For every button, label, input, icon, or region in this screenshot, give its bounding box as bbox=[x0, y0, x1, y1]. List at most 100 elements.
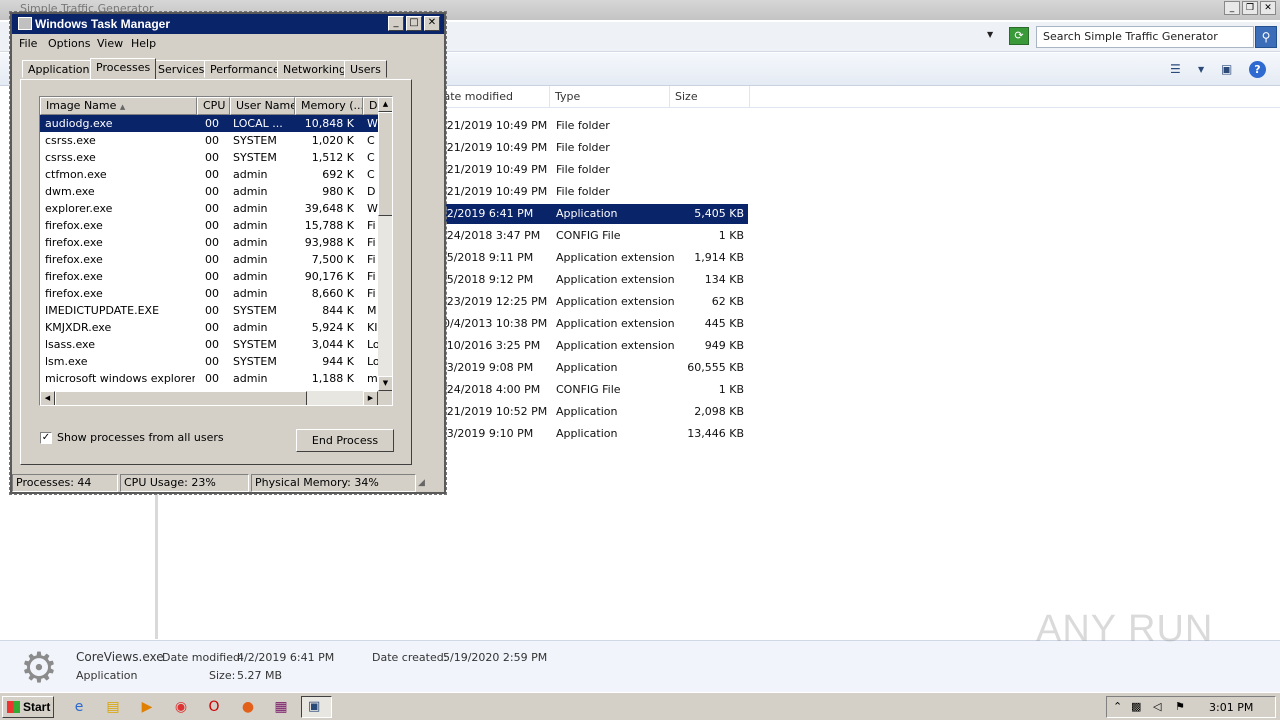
view-dropdown-icon[interactable]: ▼ bbox=[1198, 65, 1204, 74]
scroll-up-icon[interactable]: ▲ bbox=[378, 97, 392, 112]
process-cpu: 00 bbox=[205, 219, 219, 232]
process-name: csrss.exe bbox=[45, 134, 96, 147]
task-manager-taskbar-button[interactable]: ▣ bbox=[301, 696, 332, 718]
media-player-icon[interactable]: ▶ bbox=[136, 697, 158, 717]
start-button[interactable]: Start bbox=[2, 696, 54, 718]
firefox-icon[interactable]: ● bbox=[237, 697, 259, 717]
file-type: Application extension bbox=[556, 339, 675, 352]
file-size: 1,914 KB bbox=[694, 251, 744, 264]
column-user-name[interactable]: User Name bbox=[230, 97, 295, 115]
process-row[interactable]: firefox.exe 00 admin 15,788 K Fi bbox=[40, 217, 380, 234]
column-type[interactable]: Type bbox=[550, 86, 670, 108]
file-row[interactable]: 4/2/2019 6:41 PM Application 5,405 KB bbox=[418, 204, 748, 224]
process-name: firefox.exe bbox=[45, 287, 103, 300]
process-row[interactable]: ctfmon.exe 00 admin 692 KC bbox=[40, 166, 380, 183]
menu-help[interactable]: Help bbox=[131, 37, 156, 50]
scroll-left-icon[interactable]: ◀ bbox=[40, 391, 55, 405]
process-row[interactable]: lsass.exe 00 SYSTEM 3,044 K Lo bbox=[40, 336, 380, 353]
process-list[interactable]: Image Name ▲ CPU User Name Memory (... D… bbox=[39, 96, 393, 406]
process-cpu: 00 bbox=[205, 287, 219, 300]
scrollbar-corner bbox=[378, 391, 392, 405]
process-cpu: 00 bbox=[205, 134, 219, 147]
process-row[interactable]: explorer.exe 00 admin 39,648 KW bbox=[40, 200, 380, 217]
view-options-icon[interactable]: ☰ bbox=[1170, 62, 1181, 76]
column-date-modified[interactable]: Date modified bbox=[430, 86, 550, 108]
details-modified-label: Date modified: bbox=[162, 651, 244, 664]
tab-networking[interactable]: Networking bbox=[277, 60, 352, 78]
process-row[interactable]: firefox.exe 00 admin 93,988 K Fi bbox=[40, 234, 380, 251]
menu-file[interactable]: File bbox=[19, 37, 37, 50]
resize-grip-icon[interactable]: ◢ bbox=[418, 478, 425, 488]
process-user: admin bbox=[233, 219, 268, 232]
process-cpu: 00 bbox=[205, 253, 219, 266]
tab-users[interactable]: Users bbox=[344, 60, 387, 78]
tab-performance[interactable]: Performance bbox=[204, 60, 286, 78]
help-icon[interactable]: ? bbox=[1249, 61, 1266, 78]
clock[interactable]: 3:01 PM bbox=[1209, 701, 1253, 714]
process-row[interactable]: csrss.exe 00 SYSTEM 1,512 KC bbox=[40, 149, 380, 166]
tray-expand-icon[interactable]: ⌃ bbox=[1113, 700, 1122, 713]
process-user: SYSTEM bbox=[233, 355, 277, 368]
tab-services[interactable]: Services bbox=[152, 60, 211, 78]
opera-icon[interactable]: O bbox=[203, 697, 225, 717]
search-input[interactable]: Search Simple Traffic Generator bbox=[1036, 26, 1254, 48]
tab-processes[interactable]: Processes bbox=[90, 58, 157, 79]
menu-options[interactable]: Options bbox=[48, 37, 90, 50]
column-memory[interactable]: Memory (... bbox=[295, 97, 363, 115]
process-memory: 980 K bbox=[322, 185, 354, 198]
volume-icon[interactable]: ◁ bbox=[1153, 700, 1161, 713]
minimize-button[interactable]: _ bbox=[388, 16, 404, 31]
process-row[interactable]: csrss.exe 00 SYSTEM 1,020 KC bbox=[40, 132, 380, 149]
scroll-down-icon[interactable]: ▼ bbox=[378, 376, 392, 391]
end-process-button[interactable]: End Process bbox=[296, 429, 394, 452]
process-memory: 8,660 K bbox=[311, 287, 354, 300]
column-size[interactable]: Size bbox=[670, 86, 750, 108]
address-dropdown-icon[interactable]: ▼ bbox=[987, 30, 993, 39]
process-row[interactable]: dwm.exe 00 admin 980 KD bbox=[40, 183, 380, 200]
refresh-button[interactable]: ⟳ bbox=[1009, 27, 1029, 45]
task-manager-titlebar[interactable]: Windows Task Manager _ □ ✕ bbox=[12, 14, 444, 34]
process-name: KMJXDR.exe bbox=[45, 321, 112, 334]
process-row[interactable]: microsoft windows explorer.... 00 admin 1,1… bbox=[40, 370, 380, 387]
checkbox-checked-icon[interactable]: ✓ bbox=[40, 431, 52, 444]
flag-icon[interactable]: ⚑ bbox=[1175, 700, 1185, 713]
process-name: lsm.exe bbox=[45, 355, 88, 368]
ie-icon[interactable]: e bbox=[68, 697, 90, 717]
maximize-button[interactable]: □ bbox=[406, 16, 422, 31]
task-manager-icon: ▣ bbox=[308, 699, 321, 714]
folder-icon[interactable]: ▤ bbox=[102, 697, 124, 717]
close-button[interactable]: ✕ bbox=[1260, 1, 1276, 15]
watermark-logo: ANY RUN bbox=[1036, 608, 1214, 650]
process-memory: 39,648 K bbox=[304, 202, 354, 215]
horizontal-scrollbar[interactable]: ◀ ▶ bbox=[40, 391, 378, 405]
file-type: Application extension bbox=[556, 317, 675, 330]
column-cpu[interactable]: CPU bbox=[197, 97, 230, 115]
process-row[interactable]: firefox.exe 00 admin 8,660 K Fi bbox=[40, 285, 380, 302]
network-icon[interactable]: ▩ bbox=[1131, 700, 1141, 713]
vertical-scroll-thumb[interactable] bbox=[378, 112, 392, 216]
search-icon[interactable]: ⚲ bbox=[1255, 26, 1277, 48]
column-image-name[interactable]: Image Name ▲ bbox=[40, 97, 197, 115]
scroll-right-icon[interactable]: ▶ bbox=[363, 391, 378, 405]
vertical-scrollbar[interactable]: ▲ ▼ bbox=[378, 97, 392, 391]
chrome-icon[interactable]: ◉ bbox=[170, 697, 192, 717]
process-memory: 15,788 K bbox=[304, 219, 354, 232]
horizontal-scroll-thumb[interactable] bbox=[55, 391, 307, 405]
process-row[interactable]: KMJXDR.exe 00 admin 5,924 K KI bbox=[40, 319, 380, 336]
process-user: admin bbox=[233, 168, 268, 181]
file-type: Application bbox=[556, 361, 618, 374]
process-row[interactable]: firefox.exe 00 admin 90,176 K Fi bbox=[40, 268, 380, 285]
process-row[interactable]: IMEDICTUPDATE.EXE 00 SYSTEM 844 KM bbox=[40, 302, 380, 319]
process-memory: 944 K bbox=[322, 355, 354, 368]
show-all-users-checkbox[interactable]: ✓ Show processes from all users bbox=[40, 431, 224, 444]
process-row[interactable]: audiodg.exe 00 LOCAL ... 10,848 KW bbox=[40, 115, 380, 132]
menu-view[interactable]: View bbox=[97, 37, 123, 50]
preview-pane-icon[interactable]: ▣ bbox=[1221, 62, 1232, 76]
process-row[interactable]: firefox.exe 00 admin 7,500 K Fi bbox=[40, 251, 380, 268]
process-row[interactable]: lsm.exe 00 SYSTEM 944 K Lo bbox=[40, 353, 380, 370]
winrar-icon[interactable]: ▦ bbox=[270, 697, 292, 717]
restore-button[interactable]: ❐ bbox=[1242, 1, 1258, 15]
file-type: File folder bbox=[556, 185, 610, 198]
close-button[interactable]: ✕ bbox=[424, 16, 440, 31]
minimize-button[interactable]: _ bbox=[1224, 1, 1240, 15]
